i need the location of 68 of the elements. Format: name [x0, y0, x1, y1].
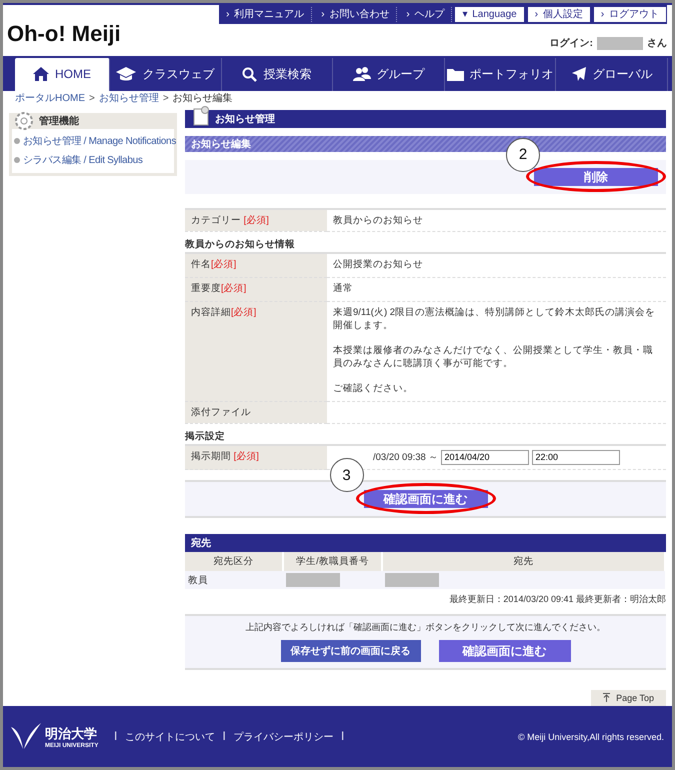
field-label: カテゴリー [必須] — [185, 208, 327, 232]
folder-icon — [446, 68, 464, 81]
nav-tab[interactable]: ポートフォリオ — [444, 58, 556, 91]
table-cell: 教員 — [185, 571, 283, 590]
airplane-icon — [570, 66, 587, 82]
field-value: 教員からのお知らせ — [327, 208, 666, 232]
nav-tab[interactable]: HOME — [15, 58, 110, 91]
nav-tab[interactable]: グループ — [333, 58, 445, 91]
footer-separator: | — [222, 730, 226, 742]
confirm-button[interactable]: 確認画面に進む — [438, 640, 570, 662]
field-value: 通常 — [333, 282, 354, 295]
column-header: 宛先区分 — [185, 552, 283, 572]
page-top-button[interactable]: Page Top — [591, 690, 666, 706]
redacted-block — [597, 36, 643, 50]
field-value: 公開授業のお知らせ — [333, 258, 424, 271]
section-title: お知らせ編集 — [191, 138, 251, 151]
breadcrumb-link[interactable]: お知らせ管理 — [98, 94, 159, 104]
annotation-number: 3 — [330, 458, 364, 492]
search-icon — [242, 66, 258, 82]
login-label: ログイン: — [550, 37, 593, 50]
start-datetime: /03/20 09:38 ～ — [372, 450, 438, 464]
people-icon — [352, 67, 370, 82]
recipients-title: 宛先 — [191, 536, 211, 550]
footer-separator: | — [341, 730, 344, 742]
column-header: 宛先 — [382, 552, 665, 572]
copyright-text: © Meiji University,All rights reserved. — [518, 732, 664, 742]
field-value: 来週9/11(火) 2限目の憲法概論は、特別講師として鈴木太郎氏の講演会を開催します。 — [333, 306, 656, 332]
date-field[interactable]: 2014/04/20 — [441, 450, 530, 465]
redacted-block — [385, 573, 439, 588]
footer-link[interactable]: このサイトについて — [124, 730, 215, 744]
field-label: 内容詳細[必須] — [185, 301, 327, 402]
login-suffix: さん — [647, 37, 667, 50]
top-link[interactable]: › 個人設定 — [528, 7, 590, 22]
last-updated-text: 最終更新日：2014/03/20 09:41 最終更新者：明治太郎 — [448, 593, 666, 606]
breadcrumb-separator: > — [162, 94, 169, 104]
top-link[interactable]: ▾ Language — [455, 7, 524, 22]
document-icon — [193, 106, 209, 126]
gear-icon — [13, 110, 35, 132]
confirm-button[interactable]: 確認画面に進む — [364, 490, 488, 508]
top-link[interactable]: › ログアウト — [594, 7, 666, 22]
field-label: 添付ファイル — [185, 401, 327, 424]
sidebar-link[interactable]: シラバス編集 / Edit Syllabus — [14, 150, 172, 170]
field-label: 掲示期間 [必須] — [185, 446, 327, 470]
back-button[interactable]: 保存せずに前の画面に戻る — [280, 640, 420, 662]
column-header: 学生/教職員番号 — [283, 552, 382, 572]
breadcrumb-separator: > — [89, 94, 95, 104]
page-title: お知らせ管理 — [215, 112, 275, 126]
leaf-logo-icon — [11, 722, 41, 751]
field-label: 件名[必須] — [185, 254, 327, 278]
site-logo[interactable]: Oh-o! Meiji — [7, 21, 121, 56]
field-label: 重要度[必須] — [185, 277, 327, 302]
redacted-block — [286, 573, 340, 588]
instruction-text: 上記内容でよろしければ「確認画面に進む」ボタンをクリックして次に進んでください。 — [246, 621, 606, 634]
footer-link[interactable]: プライバシーポリシー — [233, 730, 334, 744]
field-value: ご確認ください。 — [333, 382, 414, 395]
footer-separator: | — [114, 730, 117, 742]
nav-tab[interactable]: グローバル — [556, 58, 668, 91]
sidebar-title: 管理機能 — [39, 114, 79, 128]
time-field[interactable]: 22:00 — [532, 450, 620, 465]
graduation-cap-icon — [116, 67, 136, 82]
current-page-text: お知らせ編集 — [172, 94, 233, 104]
breadcrumb-link[interactable]: ポータルHOME — [15, 94, 85, 104]
nav-tab[interactable]: 授業検索 — [222, 58, 334, 91]
nav-tab[interactable]: クラスウェブ — [110, 58, 222, 91]
field-value: 本授業は履修者のみなさんだけでなく、公開授業として学生・教員・職員のみなさんに聴講頂く事が可能です。 — [333, 344, 654, 370]
home-icon — [33, 67, 49, 82]
arrow-up-to-bar-icon — [603, 693, 610, 702]
delete-button[interactable]: 削除 — [534, 168, 658, 186]
